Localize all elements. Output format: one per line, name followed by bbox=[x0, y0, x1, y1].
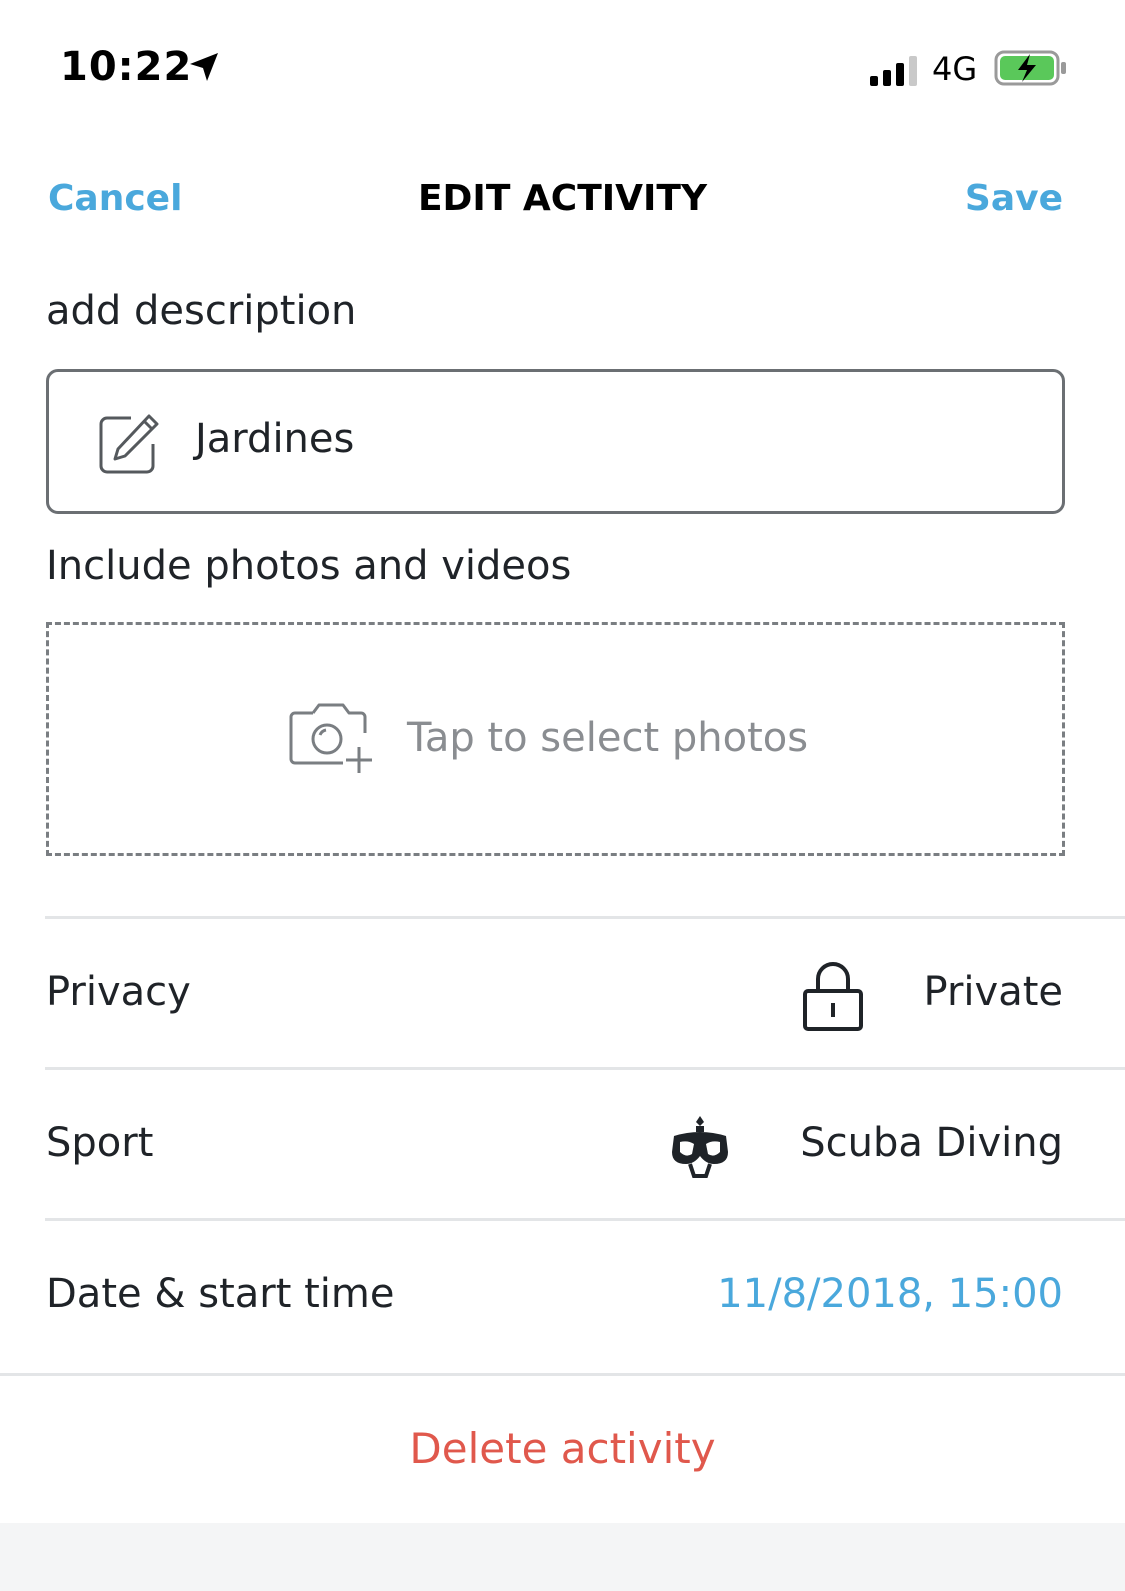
date-row[interactable]: Date & start time 11/8/2018, 15:00 bbox=[0, 1221, 1125, 1369]
delete-activity-button[interactable]: Delete activity bbox=[0, 1424, 1125, 1473]
description-value: Jardines bbox=[195, 416, 355, 462]
privacy-value: Private bbox=[923, 969, 1063, 1015]
battery-charging-icon bbox=[994, 50, 1066, 86]
status-bar: 10:22 4G bbox=[0, 0, 1125, 140]
network-type: 4G bbox=[932, 50, 978, 88]
scuba-mask-icon bbox=[672, 1116, 728, 1178]
description-label: add description bbox=[46, 288, 357, 334]
privacy-row[interactable]: Privacy Private bbox=[0, 919, 1125, 1067]
status-time: 10:22 bbox=[60, 44, 193, 90]
sport-value: Scuba Diving bbox=[800, 1120, 1063, 1166]
photo-picker[interactable]: Tap to select photos bbox=[46, 622, 1065, 856]
privacy-label: Privacy bbox=[46, 969, 191, 1015]
date-label: Date & start time bbox=[46, 1271, 395, 1317]
description-field[interactable]: Jardines bbox=[46, 369, 1065, 514]
location-arrow-icon bbox=[190, 53, 218, 81]
date-value[interactable]: 11/8/2018, 15:00 bbox=[717, 1271, 1063, 1317]
edit-icon bbox=[99, 414, 159, 474]
sport-label: Sport bbox=[46, 1120, 154, 1166]
nav-bar: Cancel EDIT ACTIVITY Save bbox=[0, 160, 1125, 240]
cellular-signal-icon bbox=[870, 56, 917, 86]
page-title: EDIT ACTIVITY bbox=[417, 178, 708, 219]
camera-add-icon bbox=[289, 703, 372, 773]
lock-icon bbox=[803, 962, 863, 1031]
save-button[interactable]: Save bbox=[965, 178, 1063, 219]
delete-section: Delete activity bbox=[0, 1373, 1125, 1523]
photos-label: Include photos and videos bbox=[46, 543, 572, 589]
sport-row[interactable]: Sport Scuba Diving bbox=[0, 1070, 1125, 1218]
photo-placeholder-text: Tap to select photos bbox=[407, 715, 809, 761]
bottom-background bbox=[0, 1523, 1125, 1591]
